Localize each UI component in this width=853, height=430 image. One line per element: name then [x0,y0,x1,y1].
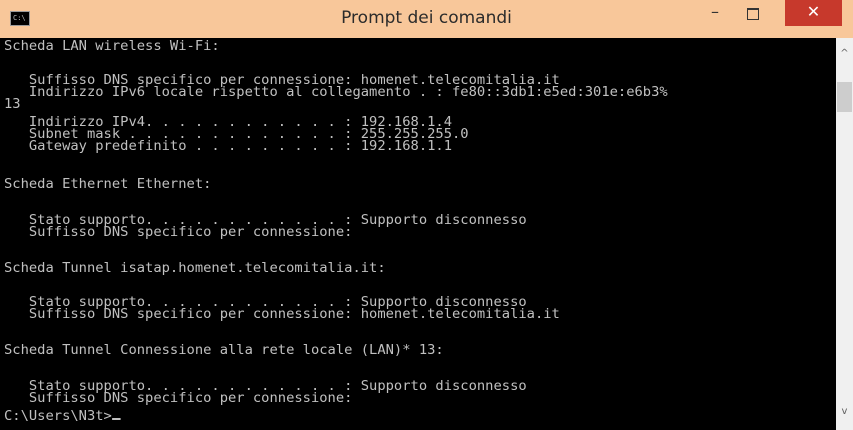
console-line: Scheda Ethernet Ethernet: [4,177,212,192]
scroll-down-icon[interactable]: v [836,406,853,417]
console-line: Suffisso DNS specifico per connessione: [4,225,353,240]
console-line: Suffisso DNS specifico per connessione: [4,391,353,406]
command-prompt-window: C:\ Prompt dei comandi – ✕ Scheda LAN wi… [0,0,853,430]
command-prompt-line: C:\Users\N3t> [4,410,121,423]
console-line: Gateway predefinito . . . . . . . . . : … [4,139,452,154]
title-bar[interactable]: C:\ Prompt dei comandi – ✕ [0,0,853,38]
text-cursor [111,418,121,420]
console-output[interactable]: Scheda LAN wireless Wi-Fi: Suffisso DNS … [0,38,836,430]
vertical-scrollbar[interactable]: ^ v [836,38,853,430]
scrollbar-thumb[interactable] [837,82,852,112]
console-line: Scheda LAN wireless Wi-Fi: [4,39,220,54]
console-line: 13 [4,97,21,112]
minimize-button[interactable]: – [700,2,730,28]
scroll-up-icon[interactable]: ^ [836,48,853,59]
close-button[interactable]: ✕ [785,0,842,26]
console-line: Scheda Tunnel Connessione alla rete loca… [4,343,444,358]
console-line: Suffisso DNS specifico per connessione: … [4,307,560,322]
maximize-button[interactable] [738,0,768,26]
console-line: Scheda Tunnel isatap.homenet.telecomital… [4,261,386,276]
maximize-icon [747,8,759,20]
console-line: Indirizzo IPv6 locale rispetto al colleg… [4,85,668,100]
